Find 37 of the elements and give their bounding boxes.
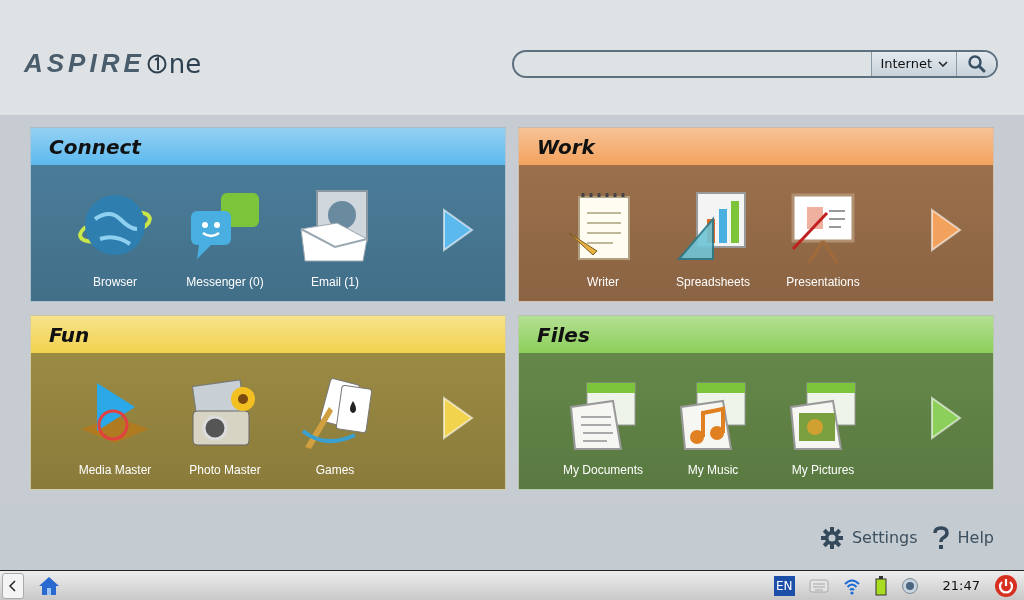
next-arrow-button[interactable] (441, 395, 475, 441)
search-field[interactable]: Internet (512, 49, 998, 78)
app-launcher[interactable]: Email (1) (291, 189, 379, 289)
power-icon[interactable] (994, 573, 1018, 598)
next-arrow-button[interactable] (929, 207, 963, 253)
app-launcher[interactable]: Messenger (0) (181, 189, 269, 289)
panel-title: Files (537, 322, 590, 347)
next-arrow-button[interactable] (929, 395, 963, 441)
app-launcher[interactable]: Browser (71, 189, 159, 289)
search-button[interactable] (956, 51, 996, 76)
chevron-left-icon (9, 579, 17, 592)
app-launcher[interactable]: Games (291, 377, 379, 477)
app-launcher[interactable]: Photo Master (181, 377, 269, 477)
footer-link[interactable]: Help (931, 525, 994, 550)
panel-title: Connect (49, 134, 141, 159)
logo: ASPIRE ne (24, 48, 202, 79)
chevron-down-icon (938, 60, 948, 67)
app-launcher[interactable]: Spreadsheets (669, 189, 757, 289)
clock: 21:47 (942, 578, 980, 593)
home-icon[interactable] (38, 575, 60, 596)
next-arrow-button[interactable] (441, 207, 475, 253)
settings-icon (819, 525, 844, 550)
app-launcher[interactable]: My Documents (559, 377, 647, 477)
app-launcher[interactable]: My Pictures (779, 377, 867, 477)
panel-title: Fun (49, 322, 90, 347)
help-icon (931, 525, 950, 550)
panel-title: Work (537, 134, 595, 159)
language-indicator[interactable]: EN (773, 575, 795, 596)
app-launcher[interactable]: Media Master (71, 377, 159, 477)
footer-link[interactable]: Settings (819, 525, 918, 550)
app-launcher[interactable]: Presentations (779, 189, 867, 289)
search-scope-dropdown[interactable]: Internet (871, 51, 956, 76)
app-launcher[interactable]: Writer (559, 189, 647, 289)
battery-icon[interactable] (874, 575, 887, 596)
search-icon (966, 53, 987, 74)
app-launcher[interactable]: My Music (669, 377, 757, 477)
back-button[interactable] (2, 572, 24, 599)
